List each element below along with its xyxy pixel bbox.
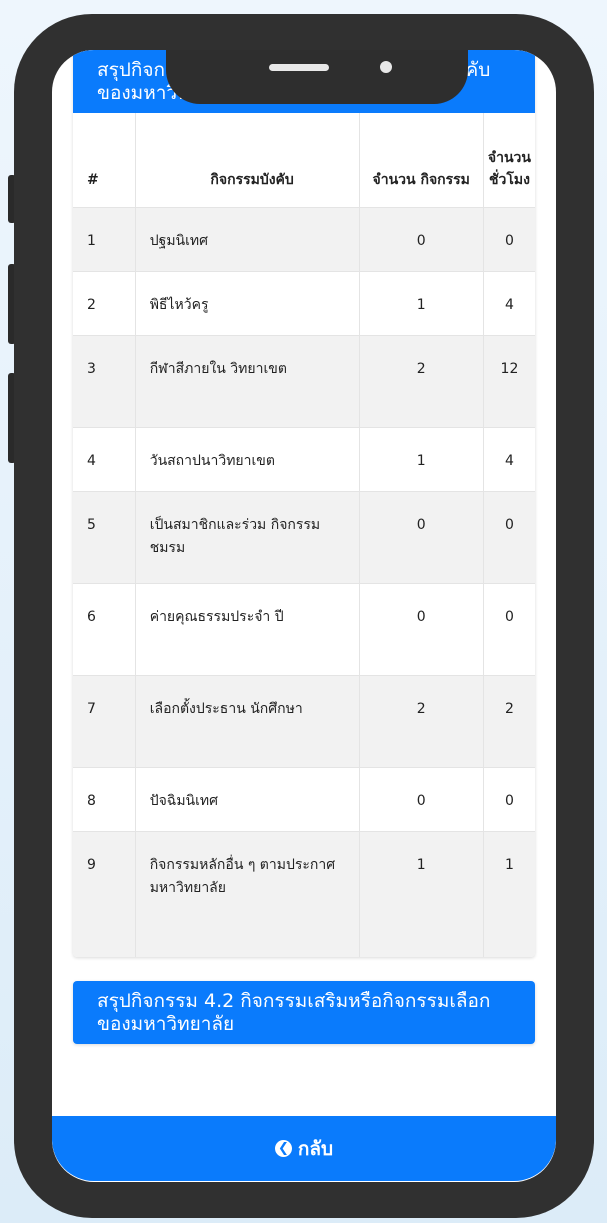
- table-header-row: # กิจกรรมบังคับ จำนวน กิจกรรม จำนวน ชั่ว…: [73, 113, 535, 207]
- col-header-hours: จำนวน ชั่วโมง: [483, 113, 535, 207]
- phone-frame: สรุปกิจกรรม 4.1 กิจกรรมหลักหรือกิจกรรมบั…: [14, 14, 594, 1218]
- row-number: 1: [73, 206, 136, 271]
- card-title: สรุปกิจกรรม 4.2 กิจกรรมเสริมหรือกิจกรรมเ…: [73, 981, 535, 1044]
- table-row: 7 เลือกตั้งประธาน นักศึกษา 2 2: [73, 674, 535, 767]
- row-activity-count: 0: [359, 490, 484, 583]
- row-activity-count: 0: [359, 766, 484, 831]
- row-number: 7: [73, 674, 136, 767]
- summary-card-4-2: สรุปกิจกรรม 4.2 กิจกรรมเสริมหรือกิจกรรมเ…: [73, 981, 535, 1044]
- table-row: 4 วันสถาปนาวิทยาเขต 1 4: [73, 426, 535, 491]
- table-row: 2 พิธีไหว้ครู 1 4: [73, 270, 535, 335]
- row-activity: กีฬาสีภายใน วิทยาเขต: [135, 334, 360, 427]
- row-activity: ปัจฉิมนิเทศ: [135, 766, 360, 831]
- row-number: 8: [73, 766, 136, 831]
- row-activity: ปฐมนิเทศ: [135, 206, 360, 271]
- row-number: 5: [73, 490, 136, 583]
- row-activity-count: 1: [359, 830, 484, 957]
- row-hours: 1: [483, 830, 535, 957]
- row-activity: พิธีไหว้ครู: [135, 270, 360, 335]
- row-activity-count: 0: [359, 582, 484, 675]
- col-header-activity-count-label: จำนวน กิจกรรม: [372, 171, 470, 188]
- phone-notch: [166, 50, 468, 104]
- back-button-label: กลับ: [297, 1137, 334, 1160]
- row-activity: เป็นสมาชิกและร่วม กิจกรรมชมรม: [135, 490, 360, 583]
- phone-screen: สรุปกิจกรรม 4.1 กิจกรรมหลักหรือกิจกรรมบั…: [52, 50, 556, 1182]
- row-hours: 4: [483, 426, 535, 491]
- col-header-activity: กิจกรรมบังคับ: [135, 113, 360, 207]
- table-row: 8 ปัจฉิมนิเทศ 0 0: [73, 766, 535, 831]
- row-number: 6: [73, 582, 136, 675]
- arrow-left-circle-icon: ❮: [274, 1140, 292, 1157]
- table-row: 1 ปฐมนิเทศ 0 0: [73, 206, 535, 271]
- row-activity: กิจกรรมหลักอื่น ๆ ตามประกาศ มหาวิทยาลัย: [135, 830, 360, 957]
- row-hours: 0: [483, 490, 535, 583]
- back-button[interactable]: ❮ กลับ: [52, 1116, 556, 1181]
- row-activity-count: 2: [359, 674, 484, 767]
- row-activity-count: 0: [359, 206, 484, 271]
- row-number: 3: [73, 334, 136, 427]
- row-hours: 0: [483, 582, 535, 675]
- table-row: 6 ค่ายคุณธรรมประจำ ปี 0 0: [73, 582, 535, 675]
- row-hours: 4: [483, 270, 535, 335]
- activity-table: # กิจกรรมบังคับ จำนวน กิจกรรม จำนวน ชั่ว…: [73, 113, 535, 957]
- col-header-hours-label: จำนวน ชั่วโมง: [487, 149, 531, 188]
- row-number: 4: [73, 426, 136, 491]
- row-activity-count: 2: [359, 334, 484, 427]
- row-activity: เลือกตั้งประธาน นักศึกษา: [135, 674, 360, 767]
- row-hours: 2: [483, 674, 535, 767]
- speaker-grille: [269, 64, 329, 71]
- row-hours: 12: [483, 334, 535, 427]
- front-camera: [380, 61, 392, 73]
- table-row: 5 เป็นสมาชิกและร่วม กิจกรรมชมรม 0 0: [73, 490, 535, 583]
- col-header-number: #: [73, 113, 136, 207]
- col-header-activity-count: จำนวน กิจกรรม: [359, 113, 484, 207]
- summary-card-4-1: สรุปกิจกรรม 4.1 กิจกรรมหลักหรือกิจกรรมบั…: [73, 50, 535, 957]
- row-activity-count: 1: [359, 426, 484, 491]
- row-activity-count: 1: [359, 270, 484, 335]
- row-number: 9: [73, 830, 136, 957]
- table-row: 9 กิจกรรมหลักอื่น ๆ ตามประกาศ มหาวิทยาลั…: [73, 830, 535, 957]
- row-hours: 0: [483, 206, 535, 271]
- row-number: 2: [73, 270, 136, 335]
- row-activity: ค่ายคุณธรรมประจำ ปี: [135, 582, 360, 675]
- row-hours: 0: [483, 766, 535, 831]
- row-activity: วันสถาปนาวิทยาเขต: [135, 426, 360, 491]
- table-row: 3 กีฬาสีภายใน วิทยาเขต 2 12: [73, 334, 535, 427]
- page-content: สรุปกิจกรรม 4.1 กิจกรรมหลักหรือกิจกรรมบั…: [73, 50, 535, 1044]
